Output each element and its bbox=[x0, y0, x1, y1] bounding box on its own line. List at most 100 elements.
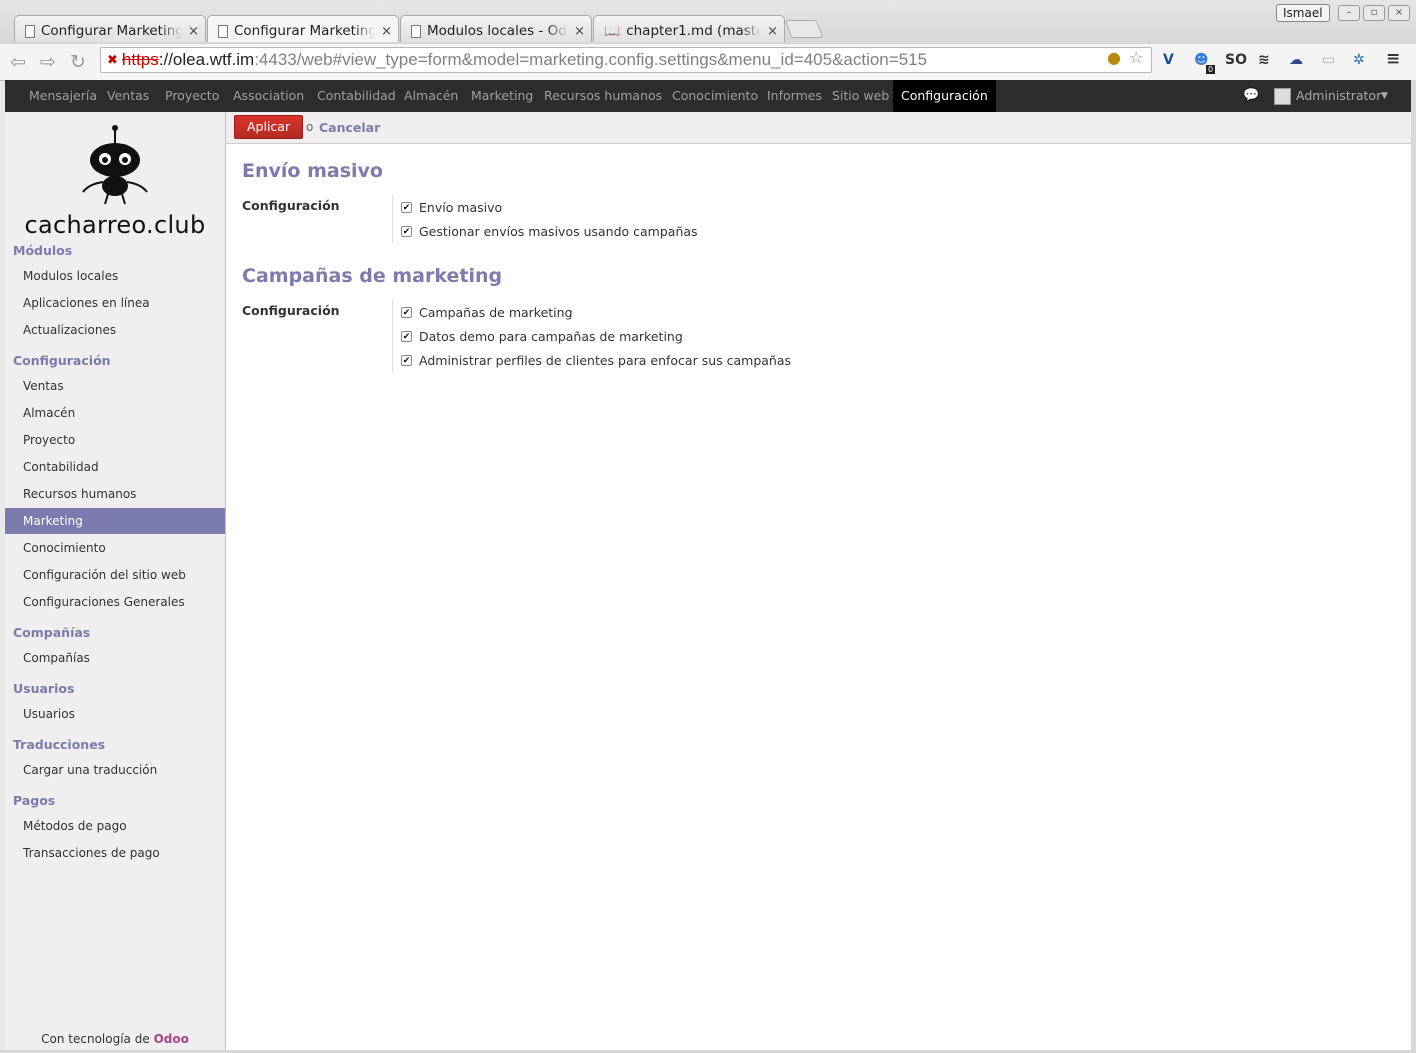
apply-button[interactable]: Aplicar bbox=[234, 115, 304, 139]
menu-item-ventas[interactable]: Ventas bbox=[99, 80, 157, 112]
maximize-icon[interactable]: ▫ bbox=[1363, 5, 1385, 21]
bookmark-star-icon[interactable]: ☆ bbox=[1129, 48, 1143, 67]
forward-icon[interactable]: ⇨ bbox=[40, 51, 56, 73]
section-header-companias: Compañías bbox=[13, 625, 91, 640]
cancel-link[interactable]: Cancelar bbox=[319, 120, 380, 135]
main-menu-bar: Mensajería Ventas Proyecto Association C… bbox=[5, 80, 1411, 112]
browser-toolbar: ⇦ ⇨ ↻ ✖ https ://olea.wtf.im :4433/web#v… bbox=[0, 44, 1416, 81]
sidebar-item-configuraciones-generales[interactable]: Configuraciones Generales bbox=[5, 589, 225, 615]
browser-tab-2[interactable]: Configurar Marketing × bbox=[207, 15, 399, 42]
checkbox[interactable]: ✔ bbox=[401, 330, 412, 342]
back-icon[interactable]: ⇦ bbox=[10, 51, 26, 73]
sidebar-item-conocimiento[interactable]: Conocimiento bbox=[5, 535, 225, 561]
insecure-lock-icon: ✖ bbox=[107, 52, 118, 67]
tab-close-icon[interactable]: × bbox=[767, 24, 778, 39]
odoo-link[interactable]: Odoo bbox=[154, 1032, 189, 1046]
url-host: ://olea.wtf.im bbox=[158, 50, 255, 69]
url-protocol: https bbox=[121, 50, 159, 69]
network-icon[interactable]: ✲ bbox=[1353, 52, 1365, 68]
section-header-traducciones: Traducciones bbox=[13, 737, 106, 752]
sidebar-item-companias[interactable]: Compañías bbox=[5, 645, 225, 671]
sidebar-item-actualizaciones[interactable]: Actualizaciones bbox=[5, 317, 225, 343]
close-window-icon[interactable]: × bbox=[1388, 5, 1410, 21]
menu-item-marketing[interactable]: Marketing bbox=[463, 80, 541, 112]
field-label: Configuración bbox=[242, 198, 340, 213]
profile-badge[interactable]: Ismael bbox=[1276, 4, 1330, 22]
powered-by-text: Con tecnología de bbox=[41, 1032, 150, 1046]
section-header-usuarios: Usuarios bbox=[13, 681, 75, 696]
menu-item-recursos-humanos[interactable]: Recursos humanos bbox=[536, 80, 670, 112]
section-title-campanas: Campañas de marketing bbox=[242, 265, 503, 287]
sidebar-item-transacciones-pago[interactable]: Transacciones de pago bbox=[5, 840, 225, 866]
cloud-icon[interactable]: ☁ bbox=[1289, 52, 1303, 68]
option-label: Gestionar envíos masivos usando campañas bbox=[419, 223, 698, 239]
caret-down-icon[interactable]: ▼ bbox=[1381, 80, 1388, 113]
company-logo[interactable]: cacharreo.club bbox=[5, 120, 225, 239]
option-row[interactable]: ✔ Administrar perfiles de clientes para … bbox=[401, 348, 791, 372]
checkbox[interactable]: ✔ bbox=[401, 354, 412, 366]
chat-icon[interactable]: 💬 bbox=[1243, 80, 1259, 112]
extension-so-icon[interactable]: SO bbox=[1225, 52, 1247, 68]
extension-v-icon[interactable]: V bbox=[1163, 52, 1174, 68]
control-panel: Aplicar o Cancelar bbox=[226, 112, 1411, 144]
menu-item-contabilidad[interactable]: Contabilidad bbox=[309, 80, 404, 112]
reload-icon[interactable]: ↻ bbox=[70, 51, 86, 73]
menu-icon[interactable]: ≡ bbox=[1386, 49, 1400, 69]
tab-close-icon[interactable]: × bbox=[188, 24, 199, 39]
sidebar-item-recursos-humanos[interactable]: Recursos humanos bbox=[5, 481, 225, 507]
sidebar-item-usuarios[interactable]: Usuarios bbox=[5, 701, 225, 727]
sidebar-item-contabilidad[interactable]: Contabilidad bbox=[5, 454, 225, 480]
logo-text: cacharreo.club bbox=[24, 211, 206, 239]
menu-item-mensajeria[interactable]: Mensajería bbox=[21, 80, 105, 112]
sidebar-item-metodos-pago[interactable]: Métodos de pago bbox=[5, 813, 225, 839]
checkbox[interactable]: ✔ bbox=[401, 201, 412, 213]
option-label: Datos demo para campañas de marketing bbox=[419, 328, 683, 344]
sidebar-item-sitio-web[interactable]: Configuración del sitio web bbox=[5, 562, 225, 588]
buffer-icon[interactable]: ≋ bbox=[1258, 52, 1270, 68]
new-tab-button[interactable] bbox=[784, 20, 824, 38]
checkbox[interactable]: ✔ bbox=[401, 306, 412, 318]
option-row[interactable]: ✔ Campañas de marketing bbox=[401, 300, 791, 324]
options-group: ✔ Campañas de marketing ✔ Datos demo par… bbox=[392, 300, 791, 372]
sidebar-item-ventas[interactable]: Ventas bbox=[5, 373, 225, 399]
section-header-pagos: Pagos bbox=[13, 793, 56, 808]
address-bar[interactable]: ✖ https ://olea.wtf.im :4433/web#view_ty… bbox=[100, 47, 1152, 73]
tab-title: Configurar Marketing bbox=[41, 23, 183, 39]
menu-item-conocimiento[interactable]: Conocimiento bbox=[664, 80, 766, 112]
section-header-configuracion: Configuración bbox=[13, 353, 111, 368]
page-icon bbox=[218, 24, 228, 38]
sidebar-item-marketing[interactable]: Marketing bbox=[5, 508, 225, 534]
page-icon bbox=[25, 24, 35, 38]
browser-tab-4[interactable]: 📖 chapter1.md (master × bbox=[593, 15, 785, 42]
checkbox[interactable]: ✔ bbox=[401, 225, 412, 237]
option-row[interactable]: ✔ Envío masivo bbox=[401, 195, 698, 219]
field-label: Configuración bbox=[242, 303, 340, 318]
cookie-blocked-icon[interactable]: ● bbox=[1107, 48, 1121, 67]
sidebar-item-modulos-locales[interactable]: Modulos locales bbox=[5, 263, 225, 289]
menu-item-sitio-web[interactable]: Sitio web bbox=[824, 80, 897, 112]
sidebar-item-proyecto[interactable]: Proyecto bbox=[5, 427, 225, 453]
section-header-modulos: Módulos bbox=[13, 243, 73, 258]
robot-logo-icon bbox=[82, 125, 148, 205]
cast-icon[interactable]: ▭ bbox=[1322, 52, 1335, 68]
sidebar-item-cargar-traduccion[interactable]: Cargar una traducción bbox=[5, 757, 225, 783]
menu-item-association[interactable]: Association bbox=[225, 80, 312, 112]
browser-tab-1[interactable]: Configurar Marketing × bbox=[14, 15, 206, 42]
menu-item-almacen[interactable]: Almacén bbox=[396, 80, 466, 112]
tab-close-icon[interactable]: × bbox=[574, 24, 585, 39]
menu-item-proyecto[interactable]: Proyecto bbox=[157, 80, 227, 112]
avatar[interactable] bbox=[1274, 88, 1291, 105]
sidebar-item-aplicaciones[interactable]: Aplicaciones en línea bbox=[5, 290, 225, 316]
options-group: ✔ Envío masivo ✔ Gestionar envíos masivo… bbox=[392, 195, 698, 243]
minimize-icon[interactable]: – bbox=[1338, 5, 1360, 21]
option-row[interactable]: ✔ Datos demo para campañas de marketing bbox=[401, 324, 791, 348]
tab-close-icon[interactable]: × bbox=[381, 24, 392, 39]
or-separator: o bbox=[306, 120, 314, 134]
book-icon: 📖 bbox=[604, 23, 621, 39]
option-row[interactable]: ✔ Gestionar envíos masivos usando campañ… bbox=[401, 219, 698, 243]
menu-item-configuracion[interactable]: Configuración bbox=[893, 80, 996, 112]
sidebar-item-almacen[interactable]: Almacén bbox=[5, 400, 225, 426]
menu-item-informes[interactable]: Informes bbox=[759, 80, 830, 112]
user-menu[interactable]: Administrator bbox=[1296, 80, 1381, 112]
browser-tab-3[interactable]: Modulos locales - Odoo × bbox=[400, 15, 592, 42]
